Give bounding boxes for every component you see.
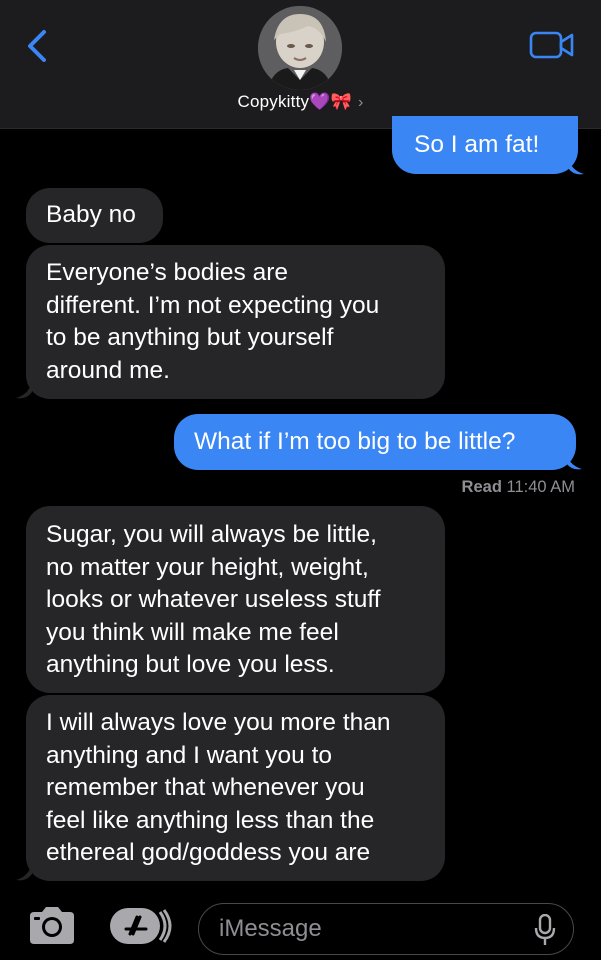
message-line: around me. [46, 356, 170, 384]
app-store-button[interactable] [108, 906, 174, 946]
microphone-icon [534, 913, 556, 945]
imessage-input[interactable] [198, 903, 574, 955]
contact-avatar[interactable] [258, 6, 342, 90]
back-button[interactable] [14, 22, 58, 66]
received-message-bubble[interactable]: Sugar, you will always be little, no mat… [26, 506, 445, 693]
chevron-left-icon [28, 30, 46, 62]
message-line: ethereal god/goddess you are [46, 839, 371, 866]
message-line: anything and I want you to [46, 741, 333, 769]
read-receipt: Read 11:40 AM [462, 478, 575, 497]
message-line: So I am fat! [414, 131, 540, 158]
message-line: anything but love you less. [46, 651, 335, 678]
contact-name-label: Copykitty💜🎀 [237, 92, 352, 111]
avatar-illustration [258, 6, 342, 90]
message-line: looks or whatever useless stuff [46, 586, 381, 613]
message-line: to be anything but yourself [46, 324, 334, 351]
dictation-button[interactable] [533, 913, 557, 946]
received-message-bubble[interactable]: Everyone’s bodies are different. I’m not… [26, 245, 445, 399]
message-line: Sugar, you will always be little, [46, 521, 377, 548]
received-message-bubble[interactable]: I will always love you more than anythin… [26, 695, 445, 881]
bubble-tail [16, 862, 32, 881]
sent-message-bubble[interactable]: So I am fat! [392, 116, 578, 174]
message-line: Everyone’s bodies are [46, 259, 288, 286]
video-camera-icon [529, 31, 574, 59]
read-label: Read [461, 478, 502, 496]
message-line: you think will make me feel [46, 618, 339, 646]
sent-message-bubble[interactable]: What if I’m too big to be little? [174, 414, 576, 470]
conversation-header: Copykitty💜🎀 › [0, 0, 601, 129]
message-line: different. I’m not expecting you [46, 291, 380, 319]
bubble-tail [566, 451, 582, 470]
contact-name[interactable]: Copykitty💜🎀 › [0, 92, 601, 118]
camera-button[interactable] [26, 906, 76, 946]
chevron-right-icon: › [357, 94, 364, 111]
message-line: feel like anything less than the [46, 806, 375, 834]
bubble-tail [16, 380, 32, 399]
received-message-bubble[interactable]: Baby no [26, 188, 163, 243]
message-line: What if I’m too big to be little? [194, 428, 516, 455]
message-line: no matter your height, weight, [46, 553, 369, 581]
message-line: I will always love you more than [46, 709, 391, 736]
message-line: Baby no [46, 201, 136, 228]
app-store-icon [110, 908, 172, 944]
facetime-video-button[interactable] [529, 28, 575, 62]
bubble-tail [568, 156, 584, 175]
read-time: 11:40 AM [506, 478, 576, 496]
camera-icon [30, 907, 74, 944]
message-line: remember that whenever you [46, 774, 365, 801]
